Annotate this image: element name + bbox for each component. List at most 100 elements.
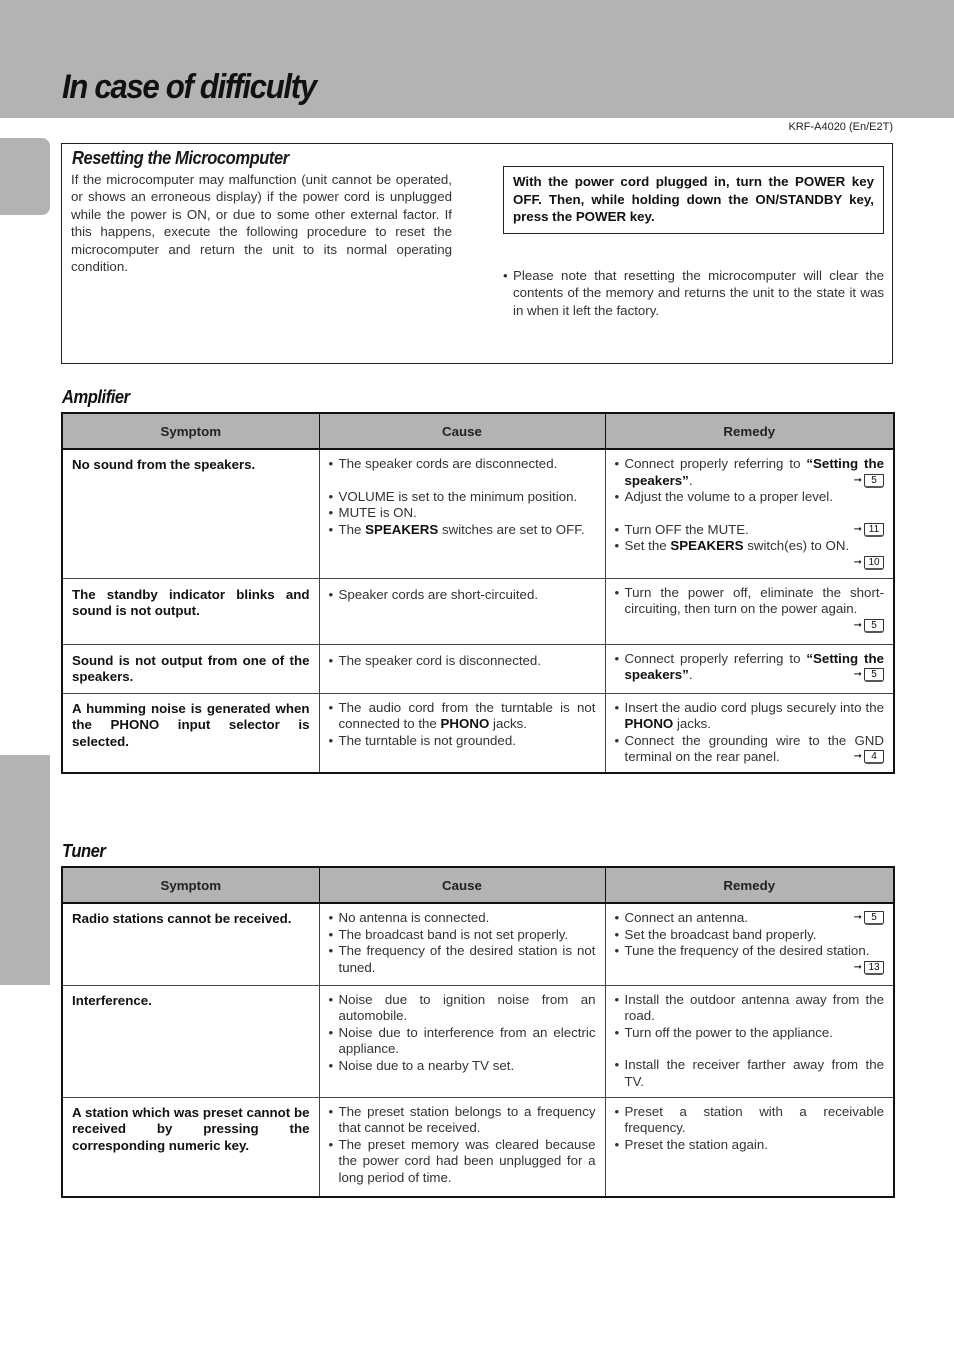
- table-header-row: Symptom Cause Remedy: [61, 866, 895, 904]
- arrow-right-icon: ➞: [853, 751, 862, 762]
- remedy-text: Turn OFF the MUTE.: [624, 521, 749, 537]
- remedy-text: Connect the grounding wire to the GND te…: [624, 732, 885, 765]
- reset-note-text: Please note that resetting the microcomp…: [513, 268, 884, 318]
- arrow-right-icon: ➞: [853, 556, 862, 568]
- page-reference[interactable]: ➞ 13: [854, 960, 884, 977]
- remedy-text: Turn the power off, eliminate the short-…: [624, 584, 885, 617]
- amplifier-table: Symptom Cause Remedy No sound from the s…: [61, 412, 895, 774]
- symptom-cell: The standby indicator blinks and sound i…: [61, 577, 320, 645]
- amplifier-title: Amplifier: [62, 387, 130, 407]
- reset-instruction: With the power cord plugged in, turn the…: [503, 166, 884, 234]
- cause-item: Noise due to interference from an electr…: [329, 1025, 596, 1058]
- remedy-text: .: [688, 472, 693, 488]
- model-code: KRF-A4020 (En/E2T): [788, 121, 893, 133]
- cause-item: MUTE is ON.: [329, 505, 596, 522]
- bullet-icon: •: [503, 268, 508, 283]
- page-reference[interactable]: ➞ 5: [854, 473, 884, 490]
- table-row: A station which was preset cannot be rec…: [61, 1096, 895, 1198]
- page-reference[interactable]: ➞ 10: [625, 555, 884, 572]
- cause-item: The frequency of the desired station is …: [329, 943, 596, 976]
- book-page-icon: 10: [864, 555, 884, 570]
- cause-cell: The speaker cord is disconnected.: [318, 643, 606, 694]
- cause-item: Noise due to ignition noise from an auto…: [329, 992, 596, 1025]
- cause-text: switches are set to OFF.: [438, 521, 585, 537]
- book-page-icon: 5: [864, 473, 884, 488]
- cause-item: The speaker cord is disconnected.: [329, 653, 596, 670]
- column-header-remedy: Remedy: [604, 866, 895, 904]
- book-page-icon: 5: [864, 668, 884, 683]
- cause-item: Noise due to a nearby TV set.: [329, 1058, 596, 1075]
- arrow-right-icon: ➞: [853, 669, 862, 680]
- remedy-cell: Connect properly referring to “Setting t…: [604, 643, 895, 694]
- page-title: In case of difficulty: [62, 68, 317, 106]
- cause-item: The speaker cords are disconnected.: [329, 456, 596, 473]
- cause-item: No antenna is connected.: [329, 910, 596, 927]
- column-header-symptom: Symptom: [61, 866, 320, 904]
- remedy-text: Insert the audio cord plugs securely int…: [624, 699, 885, 715]
- table-row: Sound is not output from one of the spea…: [61, 643, 895, 694]
- remedy-item: Turn off the power to the appliance.: [615, 1025, 885, 1042]
- cause-item: Speaker cords are short-circuited.: [329, 587, 596, 604]
- page-reference[interactable]: ➞ 11: [854, 522, 884, 539]
- table-row: Interference. Noise due to ignition nois…: [61, 984, 895, 1098]
- page-reference[interactable]: ➞ 4: [854, 749, 884, 766]
- reset-note: • Please note that resetting the microco…: [503, 267, 884, 319]
- remedy-item: Connect properly referring to “Setting t…: [615, 456, 884, 490]
- arrow-right-icon: ➞: [853, 961, 862, 973]
- remedy-text: Set the: [624, 538, 671, 553]
- book-page-icon: 5: [864, 618, 884, 633]
- reset-section: Resetting the Microcomputer If the micro…: [61, 143, 893, 364]
- remedy-text: Connect properly referring to: [624, 650, 807, 666]
- table-row: No sound from the speakers. The speaker …: [61, 448, 895, 579]
- symptom-cell: Radio stations cannot be received.: [61, 902, 320, 986]
- cause-cell: No antenna is connected. The broadcast b…: [318, 902, 606, 986]
- page-reference[interactable]: ➞ 5: [625, 618, 884, 635]
- cause-item: The preset memory was cleared because th…: [329, 1137, 596, 1187]
- remedy-item: Preset a station with a receivable frequ…: [615, 1104, 885, 1137]
- remedy-text: Tune the frequency of the desired statio…: [624, 943, 870, 958]
- symptom-cell: A station which was preset cannot be rec…: [61, 1096, 320, 1198]
- remedy-cell: Install the outdoor antenna away from th…: [604, 984, 895, 1098]
- remedy-keyword: SPEAKERS: [670, 538, 744, 553]
- tuner-title: Tuner: [62, 841, 106, 861]
- remedy-item: Set the broadcast band properly.: [615, 927, 885, 944]
- remedy-keyword: PHONO: [624, 716, 674, 731]
- remedy-text: Connect an antenna.: [624, 910, 748, 925]
- table-row: A humming noise is generated when the PH…: [61, 692, 895, 773]
- cause-item: The SPEAKERS switches are set to OFF.: [329, 522, 596, 539]
- side-tab-bottom: [0, 755, 50, 985]
- cause-keyword: PHONO: [440, 716, 490, 731]
- side-tab-top: [0, 138, 50, 215]
- remedy-item: Connect properly referring to “Setting t…: [615, 650, 884, 684]
- remedy-cell: Turn the power off, eliminate the short-…: [604, 577, 895, 645]
- book-page-icon: 5: [864, 911, 884, 926]
- reset-description: If the microcomputer may malfunction (un…: [71, 172, 452, 275]
- symptom-cell: A humming noise is generated when the PH…: [61, 692, 320, 773]
- page-reference[interactable]: ➞ 5: [854, 667, 884, 684]
- remedy-cell: Connect an antenna. ➞5 Set the broadcast…: [604, 902, 895, 986]
- cause-cell: The speaker cords are disconnected. VOLU…: [318, 448, 606, 579]
- remedy-item: Turn OFF the MUTE. ➞11: [615, 521, 884, 539]
- remedy-item: Tune the frequency of the desired statio…: [615, 943, 884, 975]
- remedy-item: Connect an antenna. ➞5: [615, 910, 884, 927]
- cause-item: The turntable is not grounded.: [329, 733, 596, 750]
- remedy-item: Adjust the volume to a proper level.: [615, 489, 885, 506]
- cause-cell: Noise due to ignition noise from an auto…: [318, 984, 606, 1098]
- symptom-cell: Sound is not output from one of the spea…: [61, 643, 320, 694]
- column-header-remedy: Remedy: [604, 412, 895, 450]
- remedy-cell: Connect properly referring to “Setting t…: [604, 448, 895, 579]
- symptom-cell: No sound from the speakers.: [61, 448, 320, 579]
- remedy-text: switch(es) to ON.: [743, 538, 850, 553]
- cause-cell: The audio cord from the turntable is not…: [318, 692, 606, 773]
- page-reference[interactable]: ➞ 5: [854, 910, 884, 927]
- tuner-table: Symptom Cause Remedy Radio stations cann…: [61, 866, 895, 1198]
- remedy-item: Connect the grounding wire to the GND te…: [615, 732, 885, 766]
- cause-cell: Speaker cords are short-circuited.: [318, 577, 606, 645]
- cause-text: The: [338, 521, 366, 537]
- remedy-cell: Preset a station with a receivable frequ…: [604, 1096, 895, 1198]
- remedy-item: Insert the audio cord plugs securely int…: [615, 700, 885, 733]
- cause-item: The preset station belongs to a frequenc…: [329, 1104, 596, 1137]
- cause-keyword: SPEAKERS: [365, 521, 439, 537]
- remedy-item: Preset the station again.: [615, 1137, 885, 1154]
- arrow-right-icon: ➞: [853, 912, 862, 923]
